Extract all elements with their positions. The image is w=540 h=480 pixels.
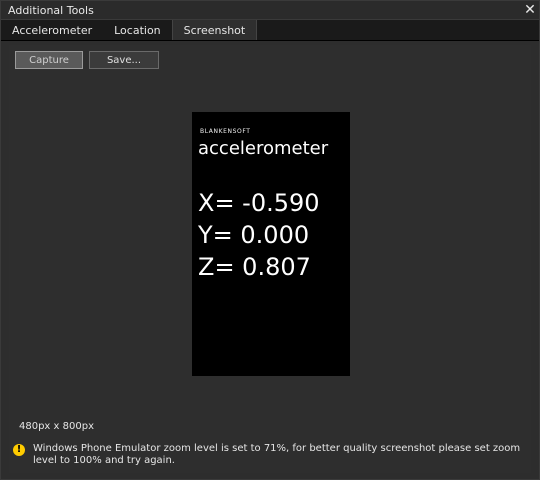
app-title: accelerometer: [198, 138, 329, 159]
close-icon[interactable]: ✕: [521, 1, 539, 19]
x-reading: X= -0.590: [198, 189, 320, 217]
additional-tools-window: Additional Tools ✕ Accelerometer Locatio…: [0, 0, 540, 480]
tab-location[interactable]: Location: [103, 20, 172, 40]
title-bar: Additional Tools ✕: [1, 1, 539, 20]
warning-text: Windows Phone Emulator zoom level is set…: [33, 443, 521, 466]
window-title: Additional Tools: [8, 3, 94, 17]
tab-accelerometer[interactable]: Accelerometer: [1, 20, 103, 40]
zoom-warning: ! Windows Phone Emulator zoom level is s…: [13, 443, 523, 467]
screenshot-dimensions: 480px x 800px: [19, 421, 94, 432]
y-reading: Y= 0.000: [198, 221, 310, 249]
z-reading: Z= 0.807: [198, 253, 311, 281]
screenshot-preview: BLANKENSOFT accelerometer X= -0.590 Y= 0…: [192, 112, 350, 376]
warning-icon: !: [13, 444, 25, 456]
app-brand-label: BLANKENSOFT: [200, 128, 251, 135]
capture-button[interactable]: Capture: [15, 51, 83, 69]
save-button[interactable]: Save...: [89, 51, 159, 69]
tab-strip: Accelerometer Location Screenshot: [1, 20, 539, 41]
screenshot-panel: Capture Save... BLANKENSOFT acceleromete…: [9, 45, 531, 473]
tab-screenshot[interactable]: Screenshot: [171, 20, 258, 40]
